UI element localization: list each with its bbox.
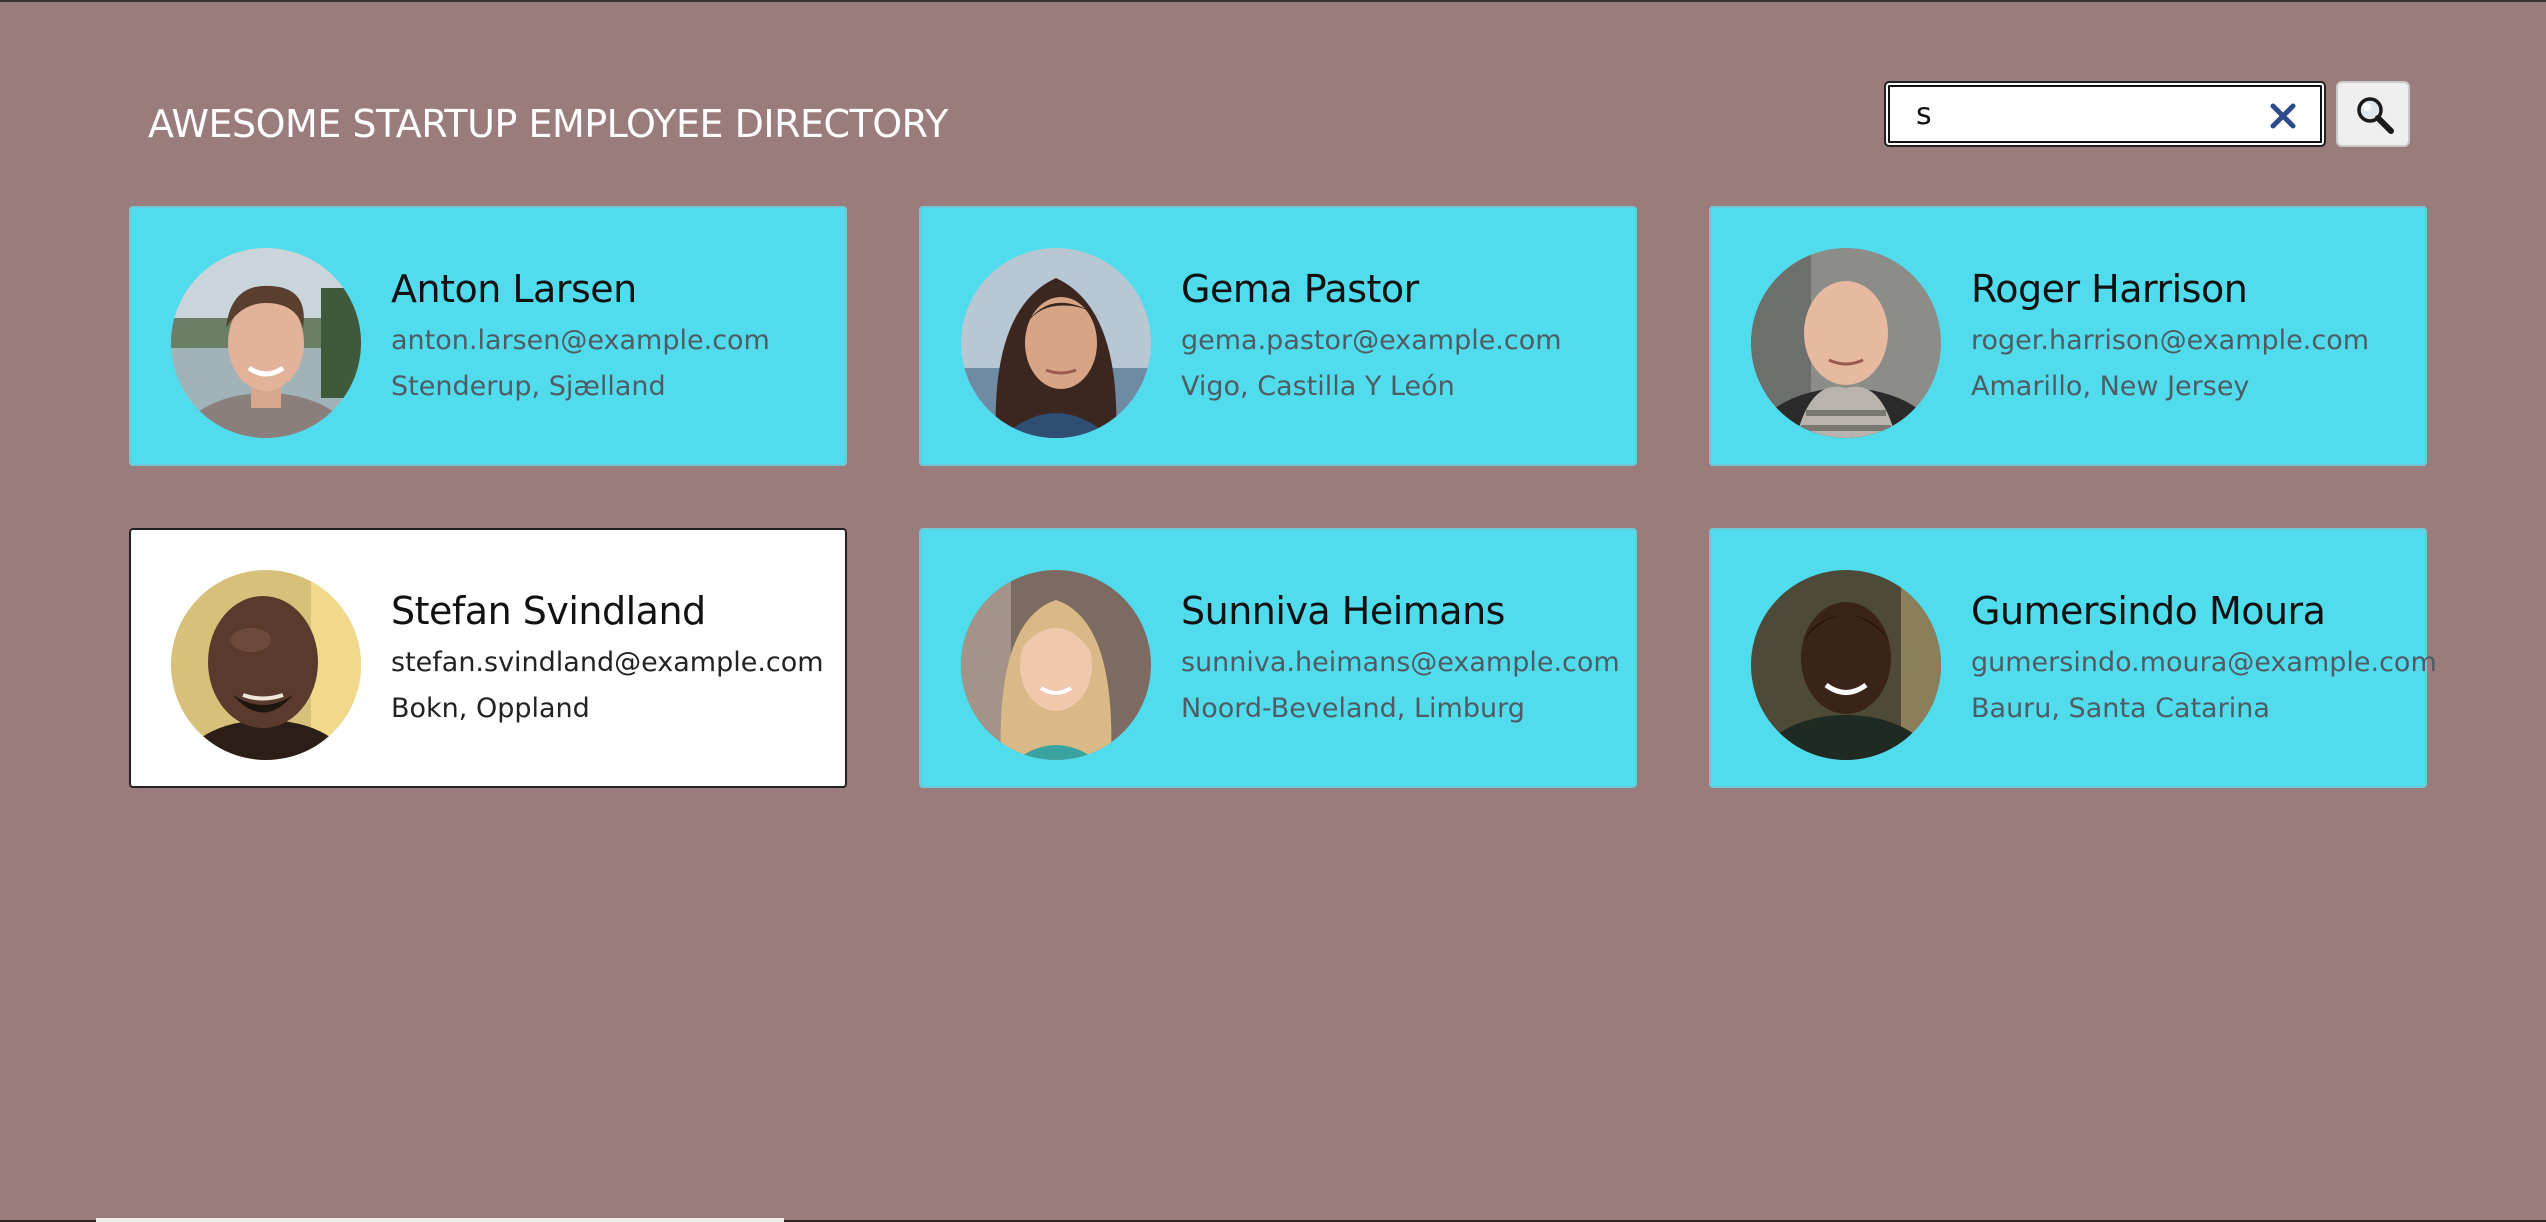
card-info: Anton Larsen anton.larsen@example.com St… — [391, 266, 770, 410]
employee-name: Roger Harrison — [1971, 267, 2248, 311]
horizontal-scrollbar-thumb[interactable] — [96, 1218, 784, 1222]
employee-card[interactable]: Anton Larsen anton.larsen@example.com St… — [129, 206, 847, 466]
employee-card-selected[interactable]: Stefan Svindland stefan.svindland@exampl… — [129, 528, 847, 788]
page-title: AWESOME STARTUP EMPLOYEE DIRECTORY — [148, 102, 948, 146]
avatar — [171, 248, 361, 438]
avatar — [961, 248, 1151, 438]
employee-card[interactable]: Roger Harrison roger.harrison@example.co… — [1709, 206, 2427, 466]
card-info: Roger Harrison roger.harrison@example.co… — [1971, 266, 2369, 410]
employee-name: Stefan Svindland — [391, 589, 706, 633]
employee-name: Sunniva Heimans — [1181, 589, 1505, 633]
employee-location: Vigo, Castilla Y León — [1181, 371, 1455, 402]
search-form — [1884, 81, 2410, 147]
employee-card[interactable]: Sunniva Heimans sunniva.heimans@example.… — [919, 528, 1637, 788]
employee-card[interactable]: Gema Pastor gema.pastor@example.com Vigo… — [919, 206, 1637, 466]
employee-location: Bokn, Oppland — [391, 693, 590, 724]
employee-name: Gumersindo Moura — [1971, 589, 2326, 633]
search-box[interactable] — [1884, 81, 2326, 147]
clear-search-button[interactable] — [2264, 97, 2302, 135]
avatar — [171, 570, 361, 760]
window-top-border — [0, 0, 2546, 2]
card-info: Sunniva Heimans sunniva.heimans@example.… — [1181, 588, 1620, 732]
avatar — [1751, 570, 1941, 760]
employee-email: roger.harrison@example.com — [1971, 325, 2370, 356]
employee-email: gema.pastor@example.com — [1181, 325, 1562, 356]
card-info: Gema Pastor gema.pastor@example.com Vigo… — [1181, 266, 1562, 410]
employee-email: anton.larsen@example.com — [391, 325, 770, 356]
avatar — [961, 570, 1151, 760]
employee-name: Gema Pastor — [1181, 267, 1419, 311]
employee-location: Bauru, Santa Catarina — [1971, 693, 2270, 724]
avatar — [1751, 248, 1941, 438]
employee-location: Noord-Beveland, Limburg — [1181, 693, 1525, 724]
card-info: Gumersindo Moura gumersindo.moura@exampl… — [1971, 588, 2437, 732]
employee-email: gumersindo.moura@example.com — [1971, 647, 2437, 678]
employee-email: sunniva.heimans@example.com — [1181, 647, 1620, 678]
search-button[interactable] — [2336, 81, 2410, 147]
employee-location: Stenderup, Sjælland — [391, 371, 666, 402]
employee-name: Anton Larsen — [391, 267, 637, 311]
search-input[interactable] — [1916, 97, 2236, 131]
employee-location: Amarillo, New Jersey — [1971, 371, 2250, 402]
close-icon[interactable] — [2264, 97, 2302, 135]
card-info: Stefan Svindland stefan.svindland@exampl… — [391, 588, 824, 732]
search-icon — [2357, 97, 2394, 134]
employee-email: stefan.svindland@example.com — [391, 647, 824, 678]
employee-card[interactable]: Gumersindo Moura gumersindo.moura@exampl… — [1709, 528, 2437, 788]
